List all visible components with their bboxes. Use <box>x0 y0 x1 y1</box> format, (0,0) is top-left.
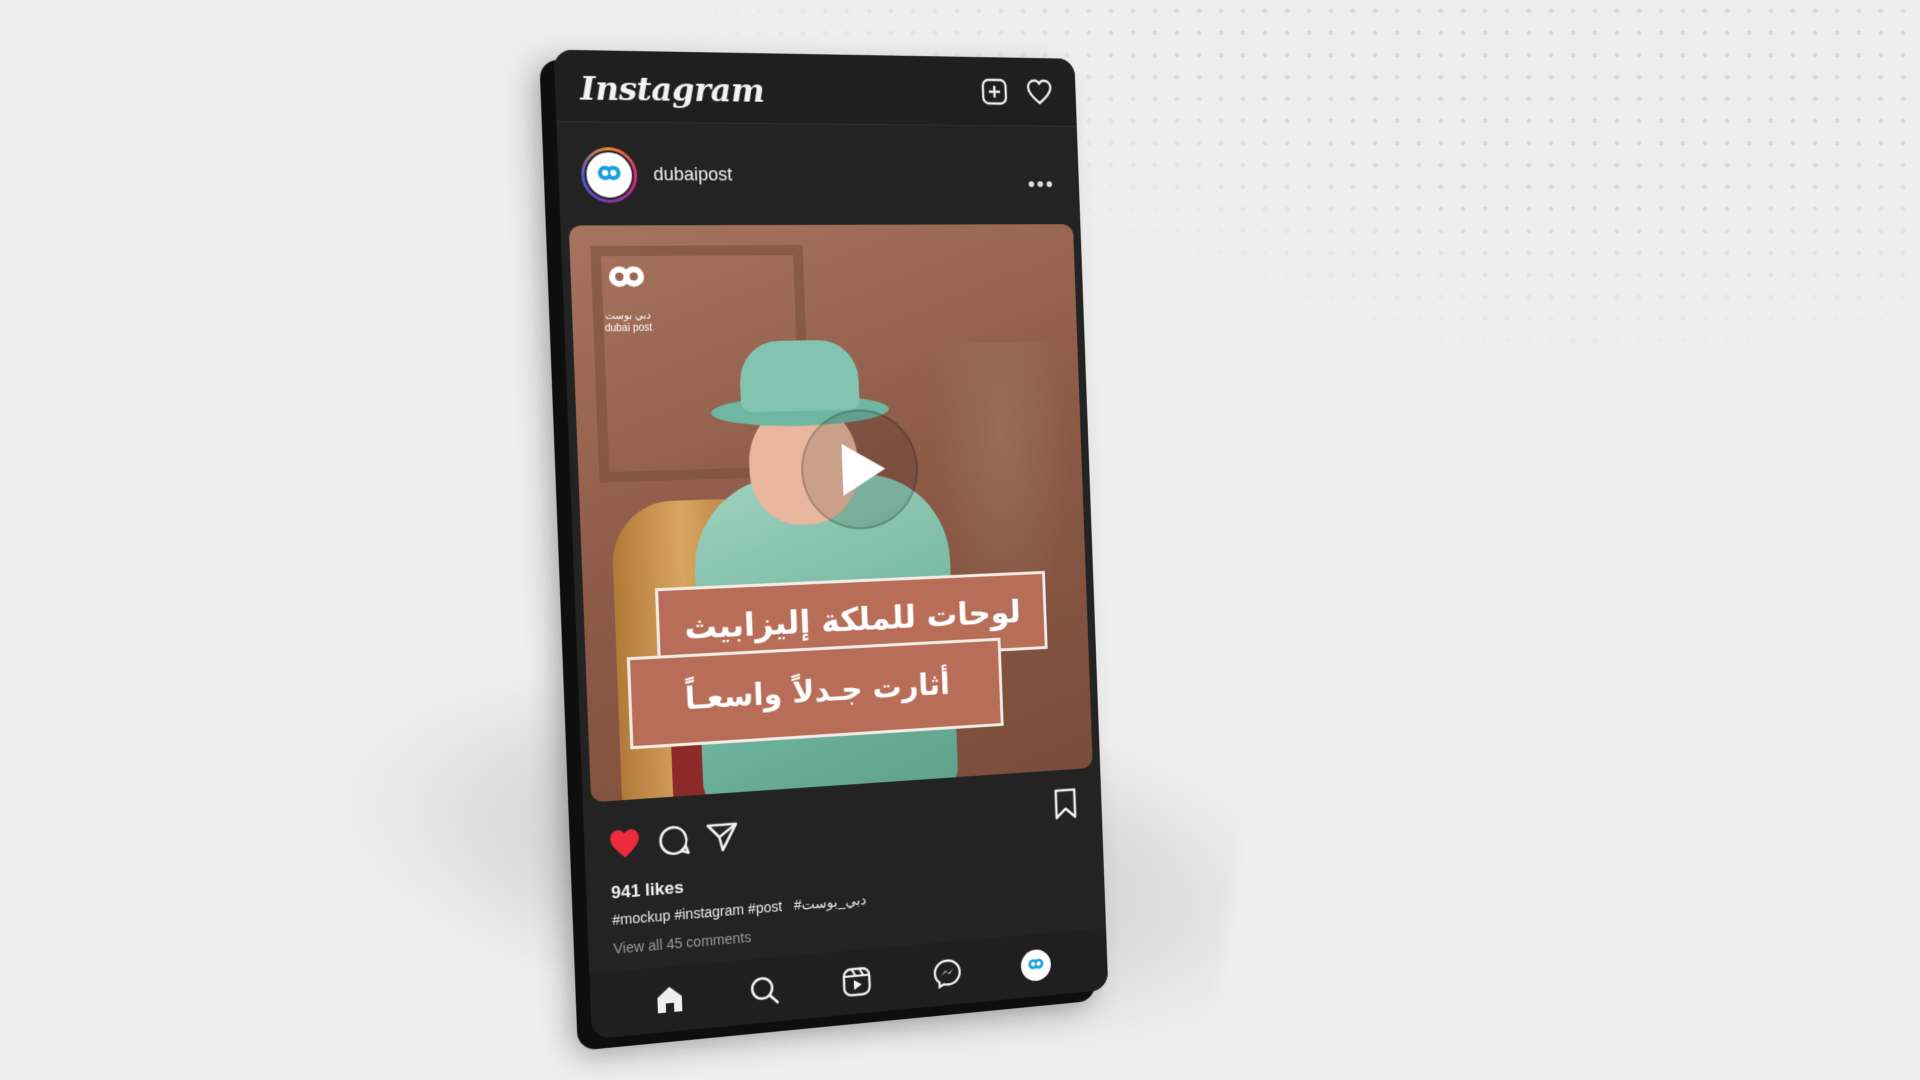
view-comments-link[interactable]: View all 45 comments <box>613 929 751 957</box>
post-avatar[interactable] <box>580 147 639 203</box>
dubaipost-logo-icon <box>597 165 621 181</box>
search-icon[interactable] <box>748 973 781 1008</box>
headline-line-2-box: أثارت جـدلاً واسعـاً <box>626 637 1004 750</box>
share-icon[interactable] <box>705 818 740 855</box>
profile-avatar[interactable] <box>1020 948 1052 983</box>
heart-icon[interactable] <box>1025 77 1054 107</box>
likes-count[interactable]: 941 likes <box>611 878 684 904</box>
save-bookmark-icon[interactable] <box>1049 786 1082 821</box>
post-username[interactable]: dubaipost <box>653 164 733 186</box>
dubaipost-watermark-icon <box>608 266 645 288</box>
post-actions <box>584 785 1103 873</box>
like-heart-icon[interactable] <box>607 825 643 862</box>
post-media[interactable]: دبي بوست dubai post لوحات للملكة إليزابي… <box>568 224 1093 803</box>
phone-mockup: Instagram dubaipost ••• دبي بوست dubai p… <box>553 49 1109 1040</box>
media-watermark-logo: دبي بوست dubai post <box>595 256 660 336</box>
new-post-icon[interactable] <box>980 77 1009 107</box>
watermark-arabic: دبي بوست <box>604 310 652 323</box>
headline-line-2: أثارت جـدلاً واسعـاً <box>684 667 951 718</box>
app-header: Instagram <box>553 49 1077 127</box>
messenger-icon[interactable] <box>931 956 963 990</box>
post-header: dubaipost ••• <box>557 143 1080 211</box>
play-icon <box>841 442 887 496</box>
reels-icon[interactable] <box>841 964 873 999</box>
headline-banner: لوحات للملكة إليزابيث أثارت جـدلاً واسعـ… <box>624 570 1051 764</box>
comment-icon[interactable] <box>656 822 692 859</box>
more-options-icon[interactable]: ••• <box>1027 171 1055 196</box>
caption-hashtags[interactable]: #mockup #instagram #post <box>612 898 782 928</box>
home-icon[interactable] <box>653 981 687 1017</box>
caption-arabic-hashtag[interactable]: #دبي_بوست <box>794 891 867 913</box>
watermark-english: dubai post <box>604 322 653 335</box>
queen-hat-crown <box>738 339 860 413</box>
profile-logo-icon <box>1028 958 1044 970</box>
instagram-logo[interactable]: Instagram <box>579 69 765 110</box>
